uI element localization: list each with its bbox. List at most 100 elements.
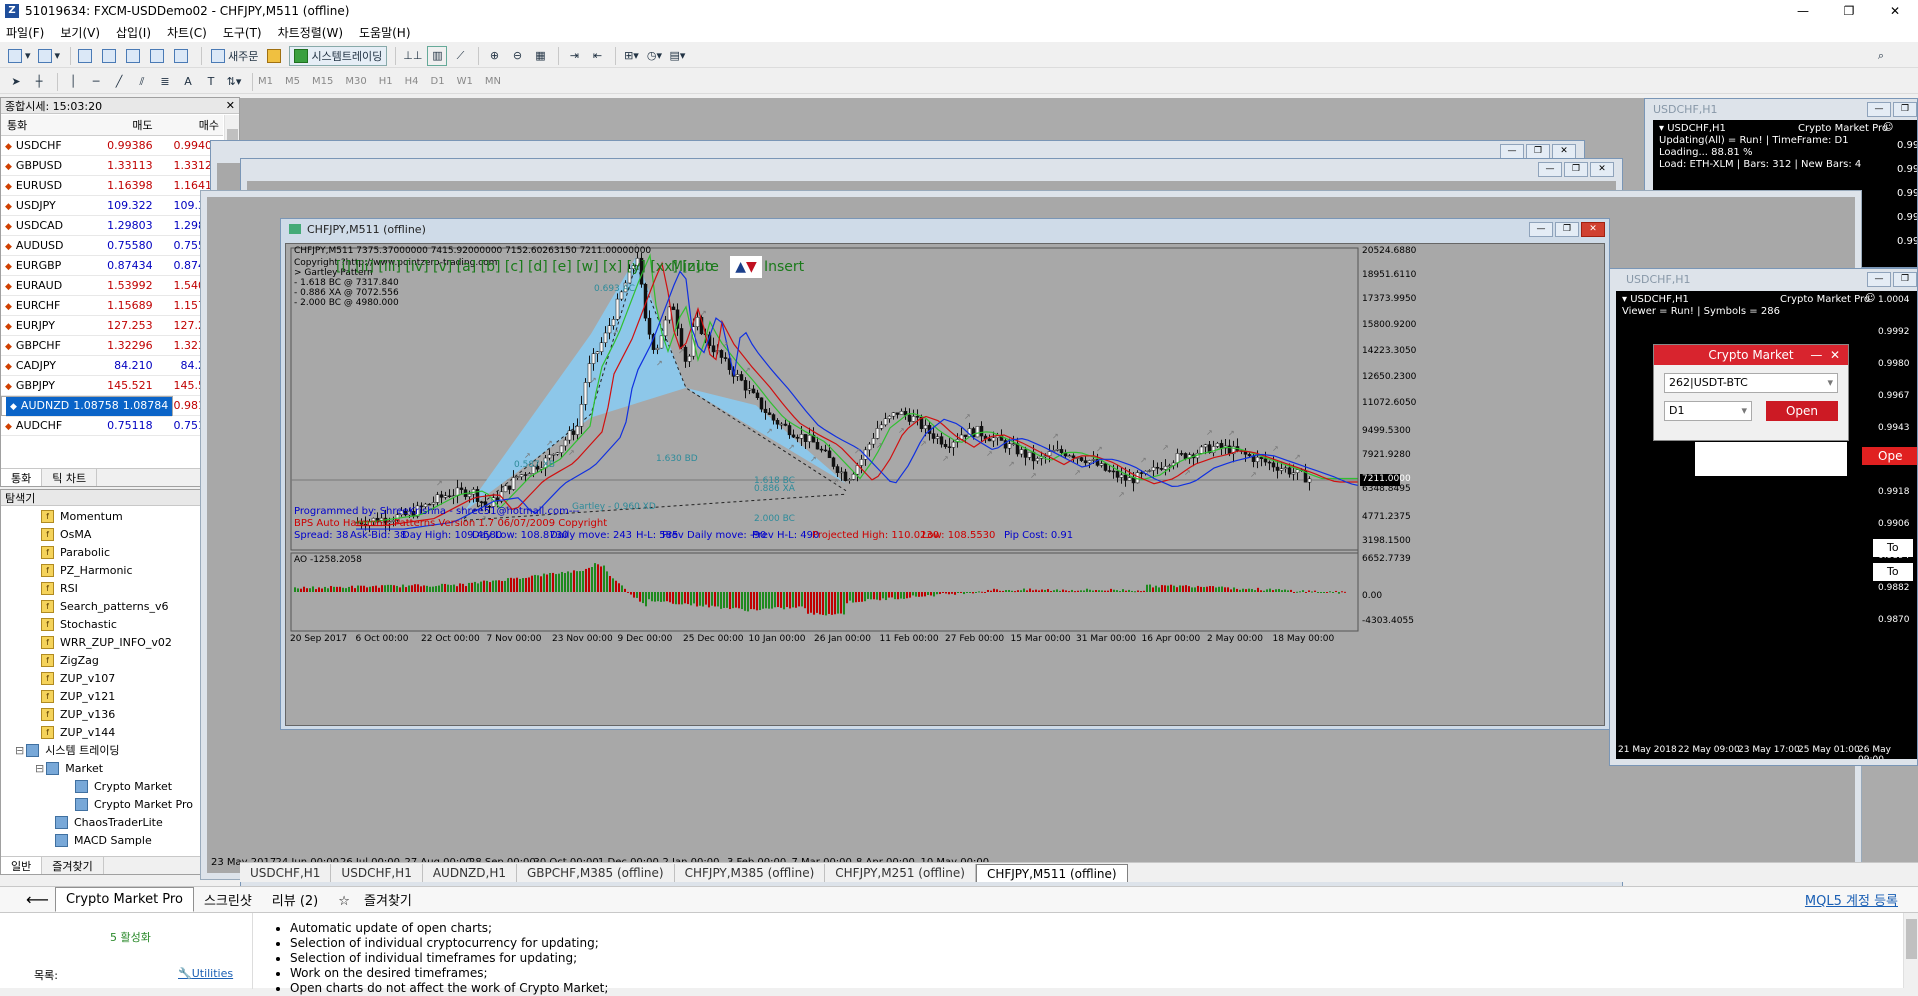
- insert-toggle[interactable]: ▲ ▼: [730, 256, 762, 278]
- toolbox-scrollbar[interactable]: [1903, 913, 1918, 988]
- table-row[interactable]: GBPUSD1.331131.33125: [1, 155, 223, 176]
- table-row[interactable]: CADJPY84.21084.231: [1, 355, 223, 376]
- candle-chart-icon[interactable]: ▥: [427, 45, 448, 66]
- profiles-icon[interactable]: ▾: [36, 46, 63, 66]
- table-row[interactable]: USDCAD1.298031.29823: [1, 215, 223, 236]
- col-symbol[interactable]: 통화: [1, 115, 91, 136]
- menu-file[interactable]: 파일(F): [6, 24, 44, 41]
- table-row[interactable]: EURAUD1.539921.54016: [1, 275, 223, 296]
- cursor-icon[interactable]: ➤: [6, 72, 26, 92]
- col-ask[interactable]: 매수: [156, 115, 223, 136]
- tab-reviews[interactable]: 리뷰 (2): [262, 886, 328, 913]
- collapse-icon[interactable]: ⊟: [35, 762, 44, 775]
- new-chart-icon[interactable]: ▾: [6, 46, 33, 66]
- tester-icon[interactable]: [172, 46, 193, 66]
- market-watch-icon[interactable]: [76, 46, 97, 66]
- chart-tab[interactable]: GBPCHF,M385 (offline): [517, 864, 675, 882]
- navigator-icon[interactable]: [124, 46, 145, 66]
- tf-h1[interactable]: H1: [379, 76, 393, 87]
- navigator-item[interactable]: f Search_patterns_v6: [1, 597, 223, 615]
- navigator-ea-item[interactable]: MACD Sample: [1, 831, 223, 849]
- zoom-in-icon[interactable]: ⊕: [484, 46, 504, 66]
- tab-screenshots[interactable]: 스크린샷: [194, 886, 262, 913]
- chart-tab[interactable]: USDCHF,H1: [240, 864, 332, 882]
- minimize-icon[interactable]: —: [1529, 222, 1553, 237]
- navigator-item[interactable]: f Parabolic: [1, 543, 223, 561]
- category-link[interactable]: 🔧Utilities: [178, 967, 233, 980]
- navigator-item[interactable]: f Momentum: [1, 507, 223, 525]
- table-row[interactable]: EURUSD1.163981.16412: [1, 175, 223, 196]
- to-button-partial[interactable]: To: [1873, 539, 1913, 557]
- minimize-icon[interactable]: —: [1780, 0, 1826, 22]
- navigator-item[interactable]: f RSI: [1, 579, 223, 597]
- tf-m30[interactable]: M30: [345, 76, 366, 87]
- zoom-out-icon[interactable]: ⊖: [507, 46, 527, 66]
- menu-charts[interactable]: 차트(C): [167, 24, 207, 41]
- fibonacci-icon[interactable]: ≣: [155, 72, 175, 92]
- close-icon[interactable]: ✕: [1581, 222, 1605, 237]
- chart-tab[interactable]: USDCHF,H1: [331, 864, 423, 882]
- navigator-item[interactable]: f WRR_ZUP_INFO_v02: [1, 633, 223, 651]
- table-row[interactable]: EURGBP0.874340.87455: [1, 255, 223, 276]
- tab-product[interactable]: Crypto Market Pro: [54, 887, 194, 912]
- navigator-ea-item[interactable]: ChaosTraderLite: [1, 813, 223, 831]
- to-button-partial-2[interactable]: To: [1873, 563, 1913, 581]
- table-row[interactable]: USDJPY109.322109.333: [1, 195, 223, 216]
- chart-window-chfjpy-m511[interactable]: CHFJPY,M511 (offline) — ❐ ✕ ↗ ↗ ↗ ↗ ↗ ↗ ↗ ↗ ↗ ↗ ↗ ↗ ↗ ↗…: [280, 218, 1610, 730]
- maximize-icon[interactable]: ❐: [1826, 0, 1872, 22]
- periods-icon[interactable]: ◷▾: [644, 46, 664, 66]
- tf-m15[interactable]: M15: [312, 76, 333, 87]
- menu-window[interactable]: 차트정렬(W): [278, 24, 343, 41]
- table-row[interactable]: USDCHF0.993860.99402: [1, 135, 223, 156]
- channel-icon[interactable]: ⫽: [132, 72, 152, 92]
- templates-icon[interactable]: ▤▾: [667, 46, 687, 66]
- autoscroll-icon[interactable]: ⇥: [564, 46, 584, 66]
- navigator-item[interactable]: f ZUP_v107: [1, 669, 223, 687]
- tf-h4[interactable]: H4: [405, 76, 419, 87]
- navigator-item[interactable]: f Stochastic: [1, 615, 223, 633]
- tf-mn[interactable]: MN: [485, 76, 501, 87]
- timeframe-select[interactable]: D1 ▾: [1664, 401, 1752, 421]
- navigator-item[interactable]: f PZ_Harmonic: [1, 561, 223, 579]
- menu-insert[interactable]: 삽입(I): [116, 24, 151, 41]
- chart-tab[interactable]: CHFJPY,M251 (offline): [825, 864, 976, 882]
- bar-chart-icon[interactable]: ⊥⊥: [401, 46, 424, 66]
- table-row[interactable]: GBPJPY145.521145.548: [1, 375, 223, 396]
- table-row[interactable]: AUDNZD1.087581.08784: [1, 395, 174, 417]
- search-icon[interactable]: ⌕: [1871, 46, 1891, 66]
- tab-common[interactable]: 일반: [1, 857, 43, 874]
- auto-trading-button[interactable]: 시스템트레이딩: [289, 45, 388, 66]
- navigator-ea-item[interactable]: Crypto Market Pro: [1, 795, 223, 813]
- navigator-folder-ea[interactable]: ⊟ 시스템 트레이딩: [1, 741, 223, 759]
- arrows-icon[interactable]: ⇅▾: [224, 72, 244, 92]
- crosshair-icon[interactable]: ┼: [29, 72, 49, 92]
- table-row[interactable]: GBPCHF1.322961.32330: [1, 335, 223, 356]
- close-icon[interactable]: ✕: [1872, 0, 1918, 22]
- label-icon[interactable]: T: [201, 72, 221, 92]
- close-icon[interactable]: — ✕: [1810, 345, 1840, 365]
- mql5-register-link[interactable]: MQL5 계정 등록: [1795, 886, 1908, 913]
- chart-tab[interactable]: AUDNZD,H1: [423, 864, 517, 882]
- tab-favorites[interactable]: 즐겨찾기: [42, 857, 104, 874]
- back-arrow-icon[interactable]: ⟵: [20, 888, 55, 911]
- navigator-item[interactable]: f ZUP_v144: [1, 723, 223, 741]
- chart-window-usdchf-2[interactable]: USDCHF,H1 — ❐ ▾ USDCHF,H1 Crypto Market P…: [1609, 268, 1918, 766]
- tf-w1[interactable]: W1: [457, 76, 473, 87]
- metaeditor-icon[interactable]: [265, 46, 286, 66]
- tab-symbols[interactable]: 통화: [1, 469, 43, 486]
- line-chart-icon[interactable]: ⟋: [450, 46, 470, 66]
- navigator-ea-item[interactable]: Crypto Market: [1, 777, 223, 795]
- new-order-button[interactable]: 새주문: [207, 46, 262, 66]
- collapse-icon[interactable]: ⊟: [15, 744, 24, 757]
- menu-help[interactable]: 도움말(H): [359, 24, 411, 41]
- navigator-item[interactable]: f ZigZag: [1, 651, 223, 669]
- open-button[interactable]: Open: [1766, 401, 1838, 421]
- table-row[interactable]: EURCHF1.156891.15711: [1, 295, 223, 316]
- open-button-partial[interactable]: Ope: [1862, 447, 1917, 465]
- symbol-select[interactable]: 262|USDT-BTC ▾: [1664, 373, 1838, 393]
- tile-windows-icon[interactable]: ▦: [530, 46, 550, 66]
- table-row[interactable]: AUDCHF0.751180.75140: [1, 415, 223, 436]
- table-row[interactable]: EURJPY127.253127.272: [1, 315, 223, 336]
- terminal-icon[interactable]: [148, 46, 169, 66]
- maximize-icon[interactable]: ❐: [1555, 222, 1579, 237]
